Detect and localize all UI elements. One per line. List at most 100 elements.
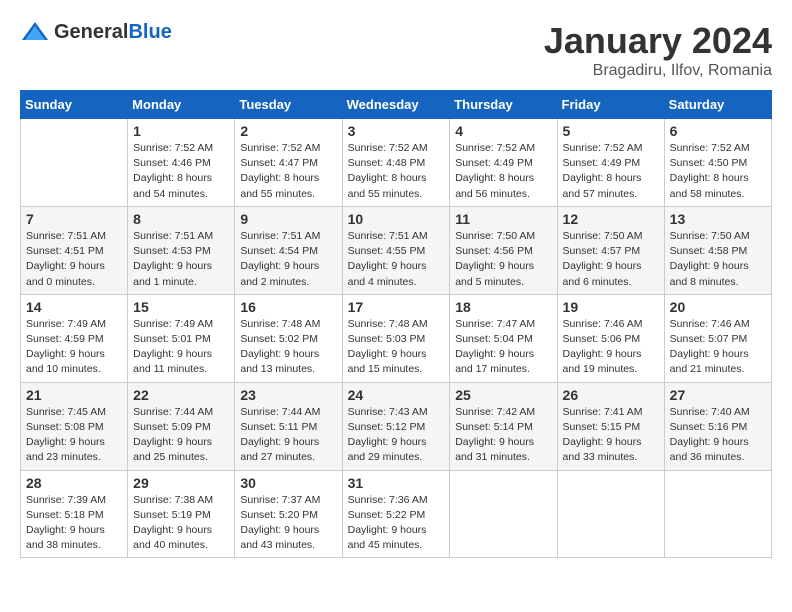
day-cell: 30 Sunrise: 7:37 AM Sunset: 5:20 PM Dayli… — [235, 470, 342, 558]
weekday-header-friday: Friday — [557, 91, 664, 119]
day-number: 18 — [455, 299, 551, 315]
day-number: 4 — [455, 123, 551, 139]
day-info: Sunrise: 7:51 AM Sunset: 4:51 PM Dayligh… — [26, 229, 122, 290]
day-cell: 19 Sunrise: 7:46 AM Sunset: 5:06 PM Dayli… — [557, 294, 664, 382]
day-number: 20 — [670, 299, 766, 315]
day-number: 24 — [348, 387, 445, 403]
day-info: Sunrise: 7:43 AM Sunset: 5:12 PM Dayligh… — [348, 405, 445, 466]
day-info: Sunrise: 7:46 AM Sunset: 5:07 PM Dayligh… — [670, 317, 766, 378]
day-cell: 11Sunrise: 7:50 AM Sunset: 4:56 PM Dayli… — [450, 206, 557, 294]
day-cell: 6 Sunrise: 7:52 AM Sunset: 4:50 PM Daylig… — [664, 119, 771, 207]
day-number: 22 — [133, 387, 229, 403]
day-number: 30 — [240, 475, 336, 491]
day-cell: 14 Sunrise: 7:49 AM Sunset: 4:59 PM Dayli… — [21, 294, 128, 382]
day-info: Sunrise: 7:37 AM Sunset: 5:20 PM Dayligh… — [240, 493, 336, 554]
day-cell: 21 Sunrise: 7:45 AM Sunset: 5:08 PM Dayli… — [21, 382, 128, 470]
day-cell: 8Sunrise: 7:51 AM Sunset: 4:53 PM Daylig… — [128, 206, 235, 294]
day-number: 27 — [670, 387, 766, 403]
day-info: Sunrise: 7:41 AM Sunset: 5:15 PM Dayligh… — [563, 405, 659, 466]
day-number: 17 — [348, 299, 445, 315]
day-info: Sunrise: 7:52 AM Sunset: 4:47 PM Dayligh… — [240, 141, 336, 202]
week-row-5: 28 Sunrise: 7:39 AM Sunset: 5:18 PM Dayli… — [21, 470, 772, 558]
day-info: Sunrise: 7:39 AM Sunset: 5:18 PM Dayligh… — [26, 493, 122, 554]
logo-blue-text: Blue — [128, 21, 171, 43]
day-info: Sunrise: 7:47 AM Sunset: 5:04 PM Dayligh… — [455, 317, 551, 378]
day-number: 19 — [563, 299, 659, 315]
day-cell: 26 Sunrise: 7:41 AM Sunset: 5:15 PM Dayli… — [557, 382, 664, 470]
day-info: Sunrise: 7:45 AM Sunset: 5:08 PM Dayligh… — [26, 405, 122, 466]
day-info: Sunrise: 7:49 AM Sunset: 5:01 PM Dayligh… — [133, 317, 229, 378]
day-number: 26 — [563, 387, 659, 403]
day-cell: 18 Sunrise: 7:47 AM Sunset: 5:04 PM Dayli… — [450, 294, 557, 382]
day-cell: 20 Sunrise: 7:46 AM Sunset: 5:07 PM Dayli… — [664, 294, 771, 382]
day-number: 1 — [133, 123, 229, 139]
logo-icon — [20, 20, 50, 44]
day-cell: 31Sunrise: 7:36 AM Sunset: 5:22 PM Dayli… — [342, 470, 450, 558]
day-cell: 1 Sunrise: 7:52 AM Sunset: 4:46 PM Daylig… — [128, 119, 235, 207]
day-number: 25 — [455, 387, 551, 403]
week-row-3: 14 Sunrise: 7:49 AM Sunset: 4:59 PM Dayli… — [21, 294, 772, 382]
day-info: Sunrise: 7:36 AM Sunset: 5:22 PM Dayligh… — [348, 493, 445, 554]
logo: GeneralBlue — [20, 20, 172, 44]
day-info: Sunrise: 7:48 AM Sunset: 5:03 PM Dayligh… — [348, 317, 445, 378]
day-info: Sunrise: 7:50 AM Sunset: 4:58 PM Dayligh… — [670, 229, 766, 290]
weekday-header-wednesday: Wednesday — [342, 91, 450, 119]
day-info: Sunrise: 7:48 AM Sunset: 5:02 PM Dayligh… — [240, 317, 336, 378]
day-number: 23 — [240, 387, 336, 403]
day-number: 16 — [240, 299, 336, 315]
weekday-header-saturday: Saturday — [664, 91, 771, 119]
location-title: Bragadiru, Ilfov, Romania — [544, 62, 772, 80]
day-cell — [21, 119, 128, 207]
day-cell: 17 Sunrise: 7:48 AM Sunset: 5:03 PM Dayli… — [342, 294, 450, 382]
day-info: Sunrise: 7:52 AM Sunset: 4:48 PM Dayligh… — [348, 141, 445, 202]
day-cell: 24 Sunrise: 7:43 AM Sunset: 5:12 PM Dayli… — [342, 382, 450, 470]
day-number: 21 — [26, 387, 122, 403]
day-number: 8 — [133, 211, 229, 227]
day-info: Sunrise: 7:52 AM Sunset: 4:46 PM Dayligh… — [133, 141, 229, 202]
day-number: 2 — [240, 123, 336, 139]
day-cell: 22 Sunrise: 7:44 AM Sunset: 5:09 PM Dayli… — [128, 382, 235, 470]
day-info: Sunrise: 7:49 AM Sunset: 4:59 PM Dayligh… — [26, 317, 122, 378]
title-area: January 2024 Bragadiru, Ilfov, Romania — [544, 20, 772, 80]
day-info: Sunrise: 7:52 AM Sunset: 4:50 PM Dayligh… — [670, 141, 766, 202]
weekday-header-row: SundayMondayTuesdayWednesdayThursdayFrid… — [21, 91, 772, 119]
day-number: 12 — [563, 211, 659, 227]
day-number: 14 — [26, 299, 122, 315]
day-cell: 2 Sunrise: 7:52 AM Sunset: 4:47 PM Daylig… — [235, 119, 342, 207]
week-row-4: 21 Sunrise: 7:45 AM Sunset: 5:08 PM Dayli… — [21, 382, 772, 470]
day-number: 29 — [133, 475, 229, 491]
day-number: 6 — [670, 123, 766, 139]
day-cell: 27Sunrise: 7:40 AM Sunset: 5:16 PM Dayli… — [664, 382, 771, 470]
day-info: Sunrise: 7:44 AM Sunset: 5:09 PM Dayligh… — [133, 405, 229, 466]
day-cell: 29 Sunrise: 7:38 AM Sunset: 5:19 PM Dayli… — [128, 470, 235, 558]
day-cell: 12 Sunrise: 7:50 AM Sunset: 4:57 PM Dayli… — [557, 206, 664, 294]
header: GeneralBlue January 2024 Bragadiru, Ilfo… — [20, 20, 772, 80]
day-info: Sunrise: 7:50 AM Sunset: 4:56 PM Dayligh… — [455, 229, 551, 290]
day-info: Sunrise: 7:52 AM Sunset: 4:49 PM Dayligh… — [563, 141, 659, 202]
week-row-1: 1 Sunrise: 7:52 AM Sunset: 4:46 PM Daylig… — [21, 119, 772, 207]
day-number: 28 — [26, 475, 122, 491]
logo-general-text: General — [54, 21, 128, 43]
weekday-header-monday: Monday — [128, 91, 235, 119]
day-cell: 7 Sunrise: 7:51 AM Sunset: 4:51 PM Daylig… — [21, 206, 128, 294]
day-cell: 10 Sunrise: 7:51 AM Sunset: 4:55 PM Dayli… — [342, 206, 450, 294]
day-info: Sunrise: 7:50 AM Sunset: 4:57 PM Dayligh… — [563, 229, 659, 290]
day-cell: 28 Sunrise: 7:39 AM Sunset: 5:18 PM Dayli… — [21, 470, 128, 558]
day-cell: 23 Sunrise: 7:44 AM Sunset: 5:11 PM Dayli… — [235, 382, 342, 470]
day-info: Sunrise: 7:38 AM Sunset: 5:19 PM Dayligh… — [133, 493, 229, 554]
day-cell: 9Sunrise: 7:51 AM Sunset: 4:54 PM Daylig… — [235, 206, 342, 294]
day-cell: 16 Sunrise: 7:48 AM Sunset: 5:02 PM Dayli… — [235, 294, 342, 382]
day-number: 5 — [563, 123, 659, 139]
day-cell: 5 Sunrise: 7:52 AM Sunset: 4:49 PM Daylig… — [557, 119, 664, 207]
day-info: Sunrise: 7:44 AM Sunset: 5:11 PM Dayligh… — [240, 405, 336, 466]
weekday-header-sunday: Sunday — [21, 91, 128, 119]
day-cell — [557, 470, 664, 558]
calendar-table: SundayMondayTuesdayWednesdayThursdayFrid… — [20, 90, 772, 558]
weekday-header-thursday: Thursday — [450, 91, 557, 119]
day-number: 10 — [348, 211, 445, 227]
day-number: 7 — [26, 211, 122, 227]
day-info: Sunrise: 7:51 AM Sunset: 4:55 PM Dayligh… — [348, 229, 445, 290]
day-info: Sunrise: 7:46 AM Sunset: 5:06 PM Dayligh… — [563, 317, 659, 378]
day-cell: 15Sunrise: 7:49 AM Sunset: 5:01 PM Dayli… — [128, 294, 235, 382]
day-cell: 13Sunrise: 7:50 AM Sunset: 4:58 PM Dayli… — [664, 206, 771, 294]
